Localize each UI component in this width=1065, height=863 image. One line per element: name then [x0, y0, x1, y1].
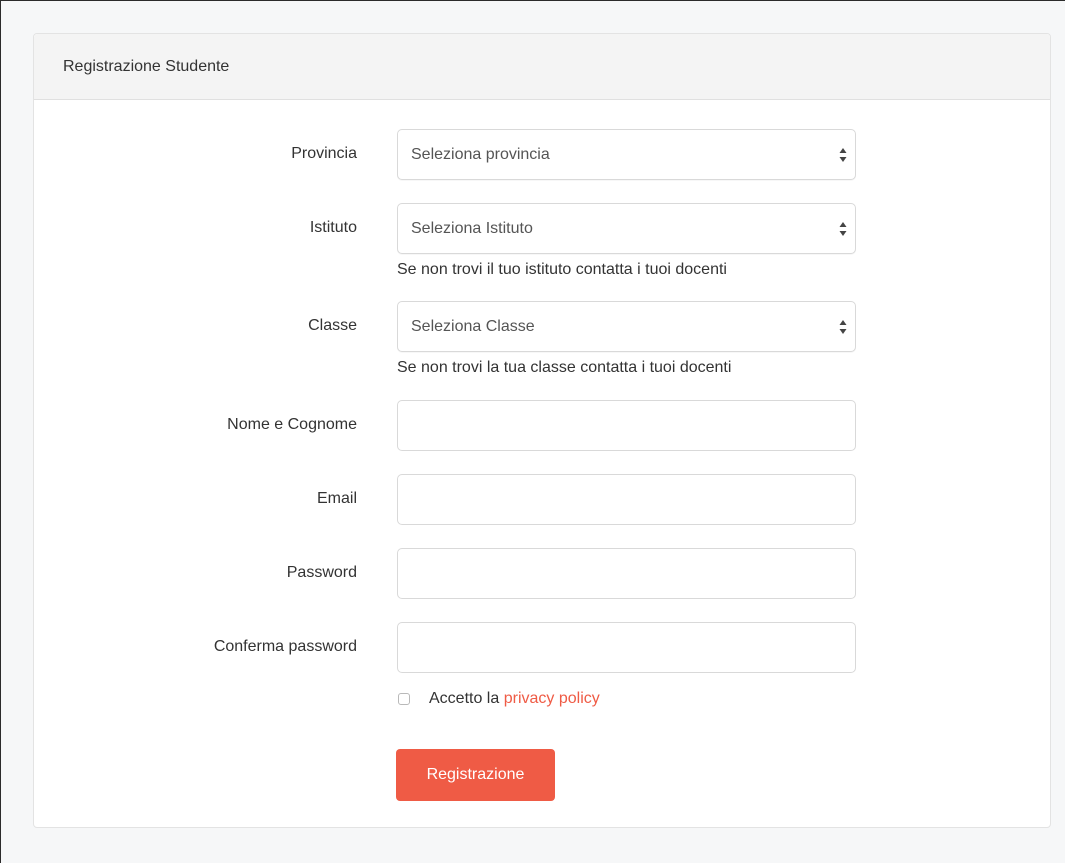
provincia-label: Provincia	[291, 145, 357, 162]
classe-select[interactable]: Seleziona Classe	[397, 301, 856, 352]
conferma-password-input[interactable]	[397, 622, 856, 673]
privacy-policy-link[interactable]: privacy policy	[504, 690, 600, 707]
window-left-border	[0, 0, 1, 863]
email-label: Email	[316, 490, 357, 507]
registrazione-button[interactable]: Registrazione	[396, 749, 555, 801]
conferma-password-label: Conferma password	[213, 638, 357, 655]
istituto-help-text: Se non trovi il tuo istituto contatta i …	[397, 261, 727, 278]
privacy-consent-label: Accetto la privacy policy	[429, 688, 600, 710]
select-arrows-icon	[839, 148, 847, 162]
nome-cognome-input[interactable]	[397, 400, 856, 451]
istituto-label: Istituto	[309, 219, 357, 236]
select-arrows-icon	[839, 222, 847, 236]
privacy-checkbox[interactable]	[398, 693, 410, 705]
nome-label: Nome e Cognome	[227, 416, 357, 433]
panel-title: Registrazione Studente	[34, 34, 1050, 100]
select-arrows-icon	[839, 320, 847, 334]
classe-selected-value: Seleziona Classe	[411, 318, 535, 335]
istituto-select[interactable]: Seleziona Istituto	[397, 203, 856, 254]
email-input[interactable]	[397, 474, 856, 525]
privacy-prefix-text: Accetto la	[429, 690, 500, 707]
provincia-selected-value: Seleziona provincia	[411, 146, 550, 163]
password-label: Password	[286, 564, 357, 581]
classe-label: Classe	[308, 317, 357, 334]
password-input[interactable]	[397, 548, 856, 599]
provincia-select[interactable]: Seleziona provincia	[397, 129, 856, 180]
classe-help-text: Se non trovi la tua classe contatta i tu…	[397, 359, 732, 376]
window-top-border	[0, 0, 1065, 1]
istituto-selected-value: Seleziona Istituto	[411, 220, 533, 237]
